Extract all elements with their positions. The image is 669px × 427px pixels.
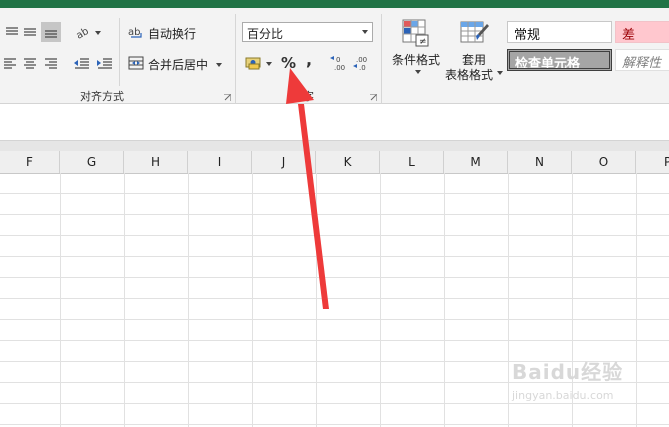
- accounting-format-icon[interactable]: [245, 53, 273, 73]
- number-dialog-launcher-icon[interactable]: [370, 94, 377, 101]
- increase-indent-icon[interactable]: [95, 53, 115, 73]
- align-middle-icon[interactable]: [20, 22, 40, 42]
- column-header-p[interactable]: P: [636, 151, 669, 173]
- conditional-format-icon[interactable]: ≠: [401, 18, 431, 48]
- column-header-j[interactable]: J: [252, 151, 316, 173]
- format-as-table-dropdown-arrow[interactable]: [497, 71, 503, 75]
- ribbon-gap: [0, 141, 669, 151]
- chevron-down-icon: [362, 30, 368, 34]
- decrease-indent-icon[interactable]: [72, 53, 92, 73]
- column-header-l[interactable]: L: [380, 151, 444, 173]
- column-header-n[interactable]: N: [508, 151, 572, 173]
- title-bar-strip: [0, 0, 669, 8]
- merge-center-icon[interactable]: [126, 53, 146, 73]
- column-header-row: F G H I J K L M N O P: [0, 151, 669, 174]
- column-header-f[interactable]: F: [0, 151, 60, 173]
- merge-center-label[interactable]: 合并后居中: [148, 56, 208, 73]
- percent-style-button[interactable]: %: [281, 54, 296, 72]
- column-header-g[interactable]: G: [60, 151, 124, 173]
- divider: [119, 18, 120, 86]
- decrease-decimal-icon[interactable]: .00.0: [353, 53, 373, 73]
- comma-style-button[interactable]: ,: [306, 50, 312, 69]
- watermark-url: jingyan.baidu.com: [512, 389, 614, 402]
- alignment-group-label: 对齐方式: [80, 90, 124, 103]
- increase-decimal-icon[interactable]: 0.00: [330, 53, 350, 73]
- conditional-format-label[interactable]: 条件格式: [392, 51, 440, 68]
- svg-text:ab: ab: [75, 26, 91, 39]
- style-check-cell[interactable]: 检查单元格: [507, 49, 612, 71]
- column-header-o[interactable]: O: [572, 151, 636, 173]
- align-bottom-icon[interactable]: [41, 22, 61, 42]
- merge-dropdown-arrow[interactable]: [216, 63, 222, 67]
- watermark: Baidu经验 jingyan.baidu.com: [512, 356, 623, 402]
- style-explanatory[interactable]: 解释性: [615, 49, 669, 71]
- align-right-icon[interactable]: [41, 53, 61, 73]
- formula-bar-area: [0, 104, 669, 141]
- wrap-text-label[interactable]: 自动换行: [148, 25, 196, 42]
- column-header-i[interactable]: I: [188, 151, 252, 173]
- align-center-icon[interactable]: [20, 53, 40, 73]
- watermark-brand: Baidu经验: [512, 360, 624, 384]
- number-format-value: 百分比: [247, 27, 284, 41]
- svg-text:.00: .00: [334, 64, 345, 71]
- style-normal[interactable]: 常规: [507, 21, 612, 43]
- alignment-dialog-launcher-icon[interactable]: [224, 94, 231, 101]
- svg-text:ab: ab: [128, 27, 140, 38]
- format-as-table-label-line2[interactable]: 表格格式: [445, 66, 493, 83]
- ribbon: ab ab 自动换行 合并后居中 对齐方式 百分比 % , 0.00 .00.0: [0, 8, 669, 104]
- align-left-icon[interactable]: [0, 53, 20, 73]
- group-divider: [381, 14, 382, 104]
- number-group-label: 字: [303, 90, 314, 103]
- format-as-table-icon[interactable]: [459, 18, 489, 48]
- svg-text:.00: .00: [356, 56, 367, 64]
- align-top-icon[interactable]: [2, 22, 22, 42]
- wrap-text-icon[interactable]: ab: [126, 22, 146, 42]
- svg-text:.0: .0: [359, 64, 366, 71]
- orientation-icon[interactable]: ab: [74, 22, 102, 42]
- column-header-h[interactable]: H: [124, 151, 188, 173]
- conditional-format-dropdown-arrow[interactable]: [415, 70, 421, 74]
- svg-text:≠: ≠: [419, 37, 427, 47]
- group-divider: [235, 14, 236, 104]
- column-header-k[interactable]: K: [316, 151, 380, 173]
- svg-text:0: 0: [336, 56, 340, 64]
- column-header-m[interactable]: M: [444, 151, 508, 173]
- number-format-select[interactable]: 百分比: [242, 22, 373, 42]
- style-bad[interactable]: 差: [615, 21, 669, 43]
